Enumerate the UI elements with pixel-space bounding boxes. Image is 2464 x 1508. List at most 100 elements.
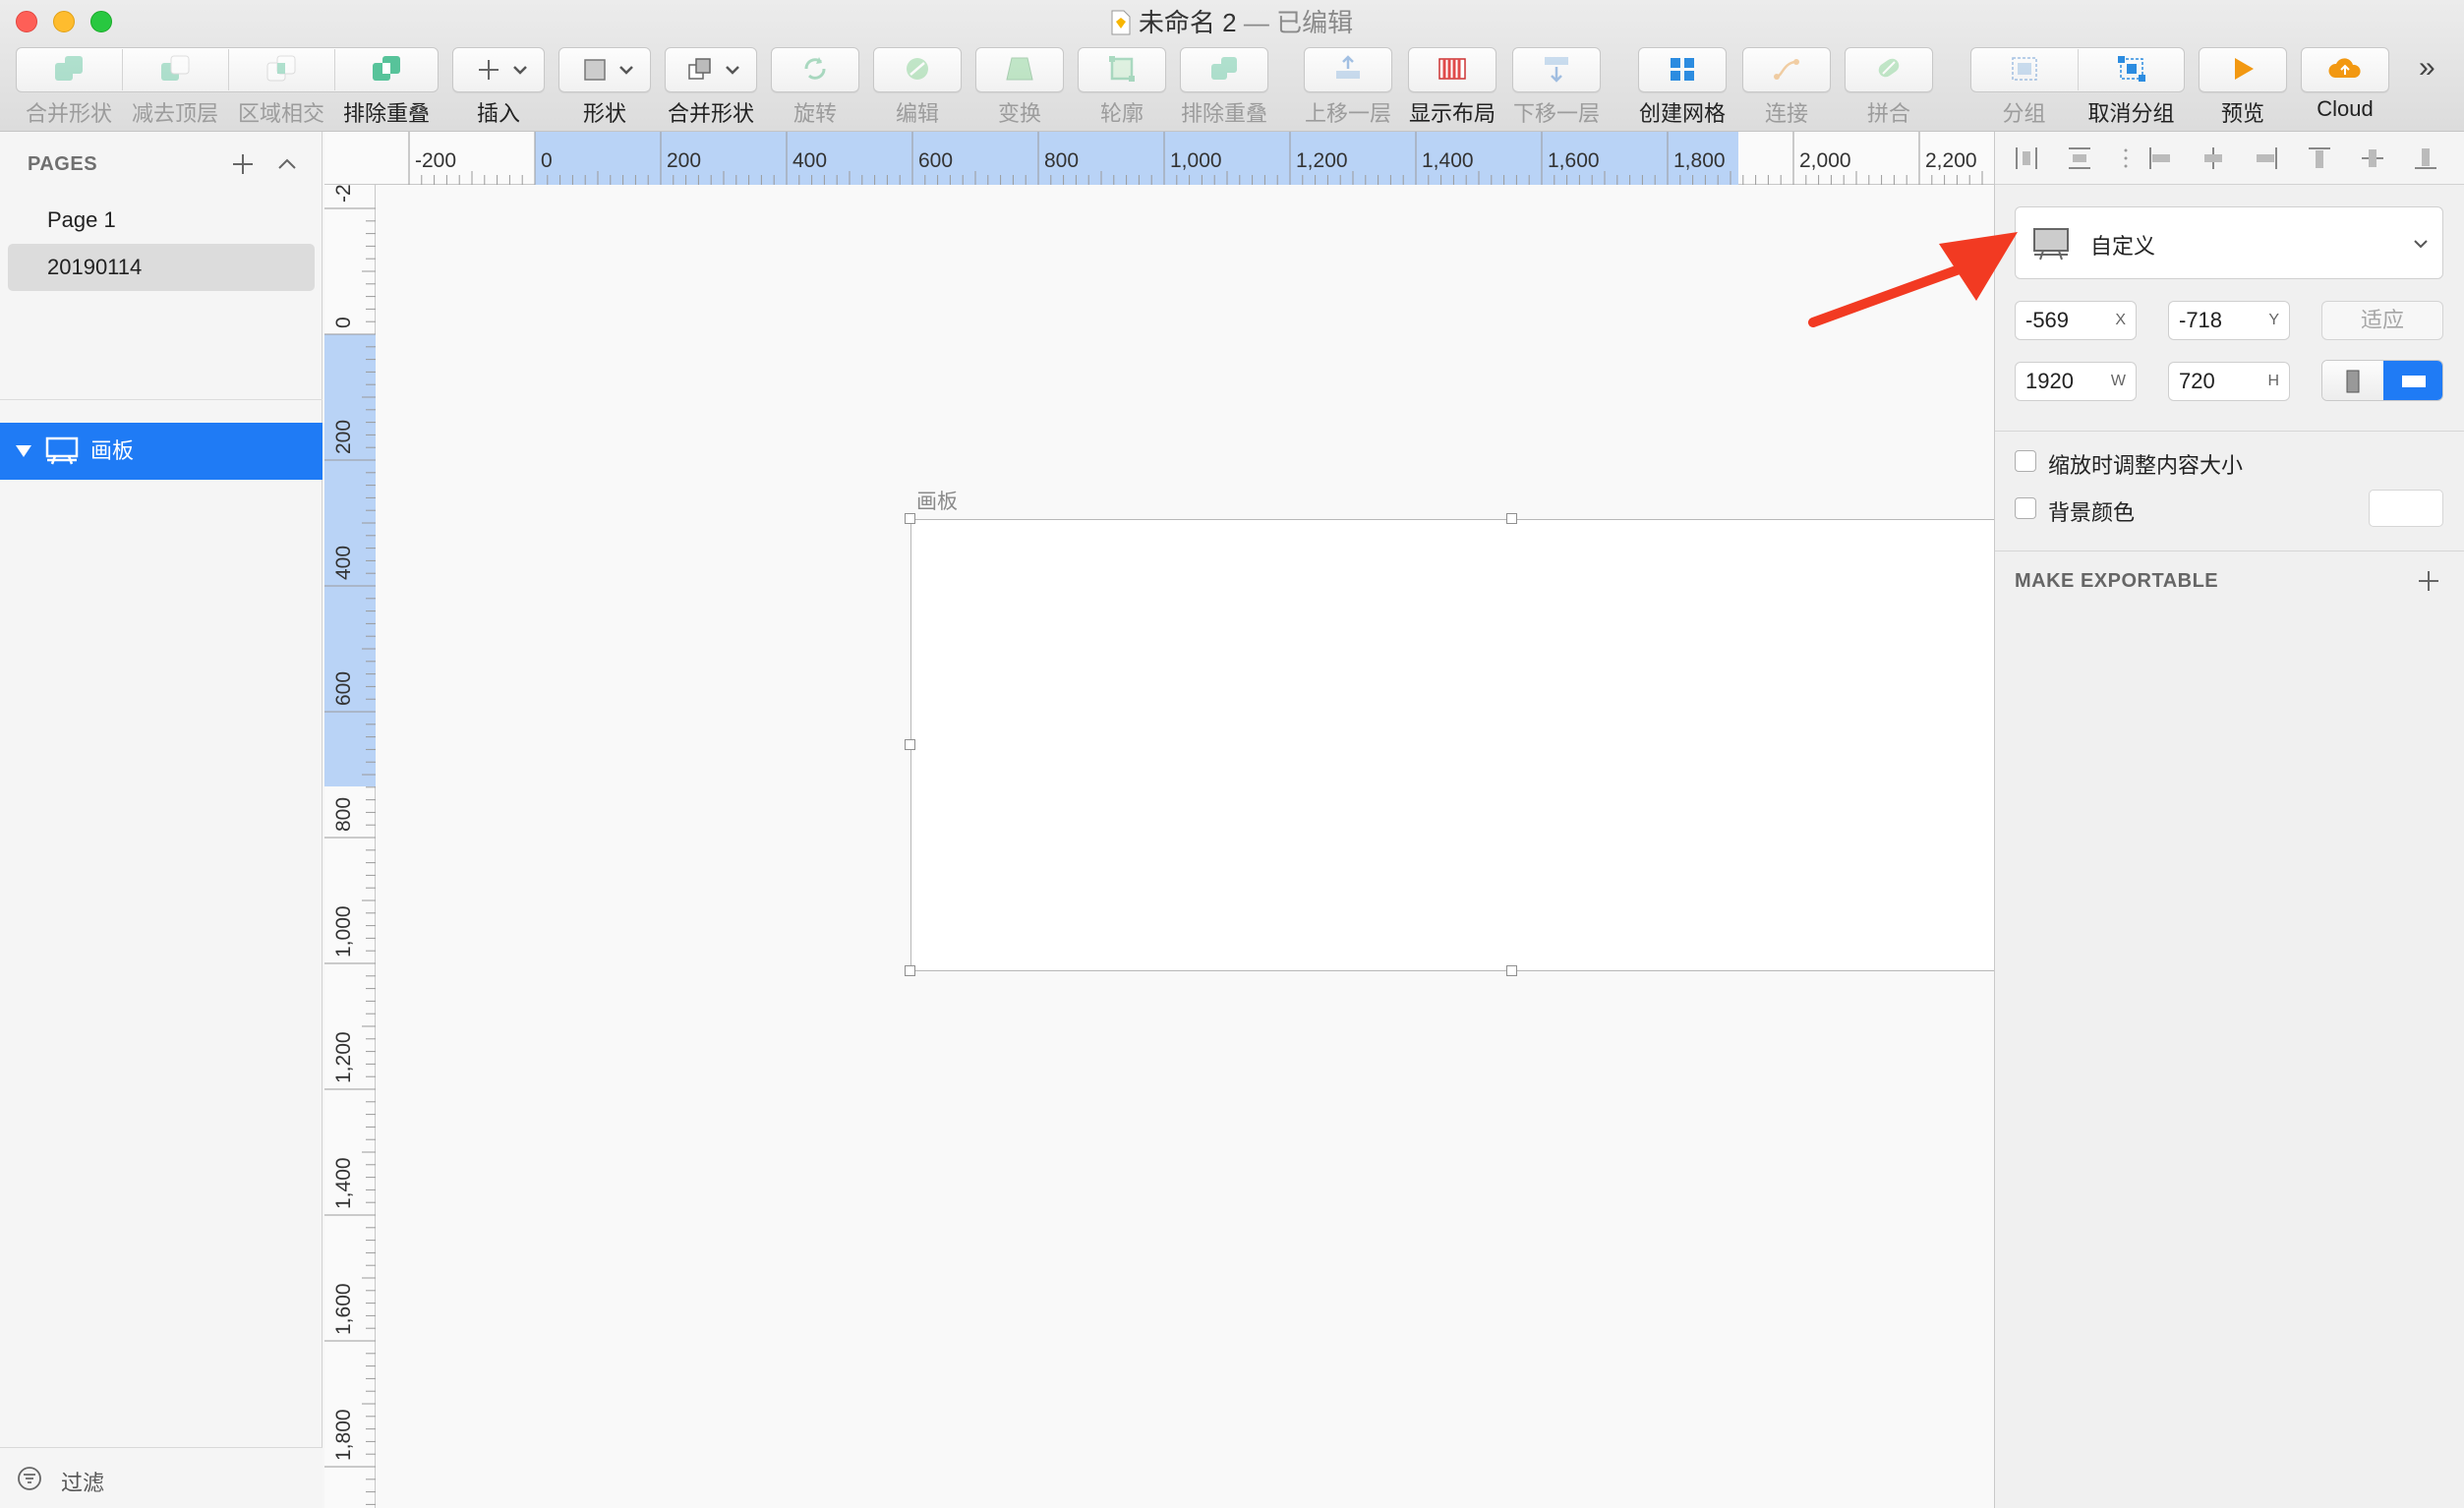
mask-icon: [1878, 58, 1900, 78]
shape-button[interactable]: 形状: [558, 47, 651, 126]
width-field[interactable]: 1920 W: [2015, 362, 2137, 401]
artboard[interactable]: [910, 519, 2114, 971]
union-label: 合并形状: [25, 101, 112, 126]
forward-button[interactable]: 上移一层: [1304, 47, 1392, 126]
toolbar-overflow-button[interactable]: »: [2419, 51, 2435, 85]
page-item-selected[interactable]: 20190114: [8, 244, 315, 291]
layer-item-artboard[interactable]: 画板: [0, 423, 323, 480]
distribute-horizontal-icon[interactable]: [2013, 145, 2040, 172]
transform-icon: [1006, 57, 1033, 81]
rotate-label: 旋转: [792, 101, 837, 126]
ungroup-icon: [2117, 56, 2145, 82]
outline-button[interactable]: 轮廓: [1078, 47, 1166, 126]
ruler-label: 600: [918, 149, 954, 172]
background-color-swatch[interactable]: [2369, 490, 2443, 527]
ruler-label: 1,000: [1170, 149, 1222, 172]
pages-layers-panel: PAGES Page 1 20190114 画板 过滤: [0, 132, 323, 1508]
document-name: 未命名 2: [1138, 8, 1237, 37]
sketch-document-icon: [1111, 10, 1131, 35]
resize-content-checkbox[interactable]: [2015, 450, 2036, 472]
distribute-vertical-icon[interactable]: [2066, 145, 2093, 172]
outline-label: 轮廓: [1099, 101, 1144, 126]
filter-icon: [18, 1467, 41, 1490]
rotate-icon: [804, 57, 826, 80]
layout-button[interactable]: 显示布局: [1408, 47, 1496, 126]
forward-label: 上移一层: [1304, 101, 1391, 126]
ruler-label: 0: [541, 149, 553, 172]
resize-handle-bottom-left[interactable]: [905, 965, 915, 976]
annotation-arrow-icon: [1808, 232, 2018, 327]
y-suffix: Y: [2268, 312, 2279, 328]
grid-icon: [1671, 58, 1694, 81]
create-grid-label: 创建网格: [1638, 101, 1726, 126]
resize-handle-left[interactable]: [905, 739, 915, 750]
window-toolbar: 未命名 2 — 已编辑 合并形状 减去顶层 区域相交 排除重叠 插入 形状 合并…: [0, 0, 2464, 132]
difference-label: 排除重叠: [342, 101, 430, 126]
create-grid-button[interactable]: 创建网格: [1638, 47, 1727, 126]
artboard-title[interactable]: 画板: [916, 486, 958, 515]
shape-label: 形状: [582, 101, 626, 126]
align-top-icon[interactable]: [2306, 145, 2333, 172]
group-icon: [2011, 57, 2037, 81]
layer-filter-bar[interactable]: 过滤: [0, 1447, 323, 1508]
link-icon: [1774, 59, 1799, 80]
vertical-ruler: -2 0 200 400 600 800 1,000 1,200 1,400 1,600 1,800: [324, 184, 376, 1508]
insert-button[interactable]: 插入: [452, 47, 545, 126]
rectangle-icon: [584, 59, 633, 81]
align-right-icon[interactable]: [2253, 145, 2280, 172]
cloud-button[interactable]: Cloud: [2301, 47, 2389, 124]
mask-button[interactable]: 拼合: [1845, 47, 1933, 126]
ruler-label: 400: [332, 545, 355, 580]
difference-button[interactable]: 排除重叠: [334, 47, 439, 126]
x-position-field[interactable]: -569 X: [2015, 301, 2137, 340]
artboard-icon: [2033, 228, 2069, 261]
design-canvas[interactable]: 画板: [376, 185, 2119, 1508]
resize-handle-bottom[interactable]: [1506, 965, 1517, 976]
filter-label: 过滤: [61, 1471, 105, 1495]
edit-button[interactable]: 编辑: [873, 47, 962, 126]
align-center-horizontal-icon[interactable]: [2200, 145, 2227, 172]
subtract-button[interactable]: 减去顶层: [122, 47, 228, 126]
ungroup-label: 取消分组: [2087, 101, 2175, 126]
fit-button[interactable]: 适应: [2321, 301, 2443, 340]
align-middle-vertical-icon[interactable]: [2359, 145, 2386, 172]
group-button[interactable]: 分组: [1970, 47, 2078, 126]
resize-handle-top-left[interactable]: [905, 513, 915, 524]
rotate-button[interactable]: 旋转: [771, 47, 859, 126]
ruler-label: 800: [332, 796, 355, 832]
height-field[interactable]: 720 H: [2168, 362, 2290, 401]
background-color-checkbox[interactable]: [2015, 497, 2036, 519]
collapse-pages-button[interactable]: [275, 153, 299, 175]
page-item[interactable]: Page 1: [8, 197, 315, 244]
artboard-preset-dropdown[interactable]: 自定义: [2015, 206, 2443, 279]
add-export-plus-icon[interactable]: [2416, 568, 2441, 594]
intersect-button[interactable]: 区域相交: [228, 47, 334, 126]
ungroup-button[interactable]: 取消分组: [2078, 47, 2185, 126]
landscape-button[interactable]: [2383, 361, 2442, 400]
subtract-icon: [161, 55, 190, 81]
ruler-label: 0: [332, 317, 355, 328]
transform-button[interactable]: 变换: [975, 47, 1064, 126]
y-position-field[interactable]: -718 Y: [2168, 301, 2290, 340]
align-bottom-icon[interactable]: [2412, 145, 2439, 172]
intersect-icon: [266, 55, 296, 82]
union-button[interactable]: 合并形状: [16, 47, 122, 126]
link-button[interactable]: 连接: [1742, 47, 1831, 126]
combine-button[interactable]: 合并形状: [665, 47, 757, 126]
ruler-label: 400: [792, 149, 828, 172]
portrait-button[interactable]: [2322, 361, 2383, 400]
align-left-icon[interactable]: [2146, 145, 2174, 172]
artboard-icon: [45, 436, 79, 465]
ruler-label: 1,600: [1548, 149, 1600, 172]
ruler-ticks: [408, 132, 1983, 185]
resize-handle-top[interactable]: [1506, 513, 1517, 524]
inspector-panel: 自定义 -569 X -718 Y 适应 1920 W 720 H 缩放时调整内容大小 …: [1994, 132, 2464, 1508]
ruler-label: 200: [667, 149, 702, 172]
separator-icon: [2124, 148, 2128, 168]
backward-button[interactable]: 下移一层: [1512, 47, 1601, 126]
preview-button[interactable]: 预览: [2199, 47, 2287, 126]
plus-icon: [479, 60, 527, 80]
add-page-button[interactable]: [230, 151, 256, 177]
flatten-button[interactable]: 排除重叠: [1180, 47, 1268, 126]
ruler-label: 600: [332, 670, 355, 706]
